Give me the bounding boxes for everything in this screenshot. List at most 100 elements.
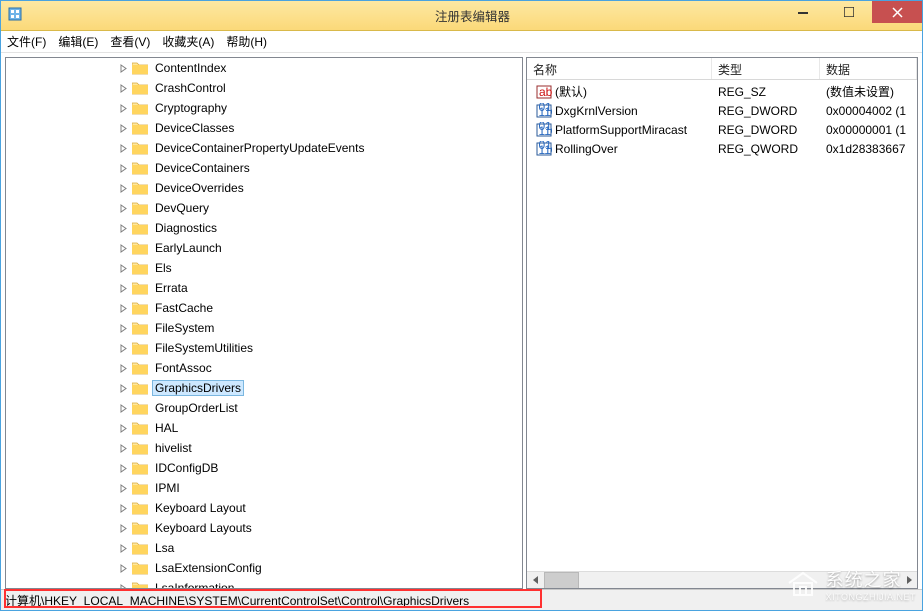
tree-expander-icon[interactable]: [118, 62, 130, 74]
tree-item[interactable]: IPMI: [6, 478, 522, 498]
tree-item[interactable]: FileSystem: [6, 318, 522, 338]
tree-item[interactable]: Cryptography: [6, 98, 522, 118]
tree-item[interactable]: FileSystemUtilities: [6, 338, 522, 358]
tree-item[interactable]: Els: [6, 258, 522, 278]
tree-expander-icon[interactable]: [118, 402, 130, 414]
tree-expander-icon[interactable]: [118, 342, 130, 354]
tree-item-label: DeviceContainerPropertyUpdateEvents: [152, 140, 367, 156]
tree-item[interactable]: FastCache: [6, 298, 522, 318]
tree-item-label: EarlyLaunch: [152, 240, 225, 256]
tree-item[interactable]: EarlyLaunch: [6, 238, 522, 258]
window-controls: [780, 1, 922, 23]
menu-help[interactable]: 帮助(H): [226, 33, 267, 50]
registry-editor-window: 注册表编辑器 文件(F) 编辑(E) 查看(V) 收藏夹(A) 帮助(H) Co…: [0, 0, 923, 611]
tree-item[interactable]: ContentIndex: [6, 58, 522, 78]
value-type: REG_DWORD: [712, 123, 820, 137]
value-type: REG_SZ: [712, 85, 820, 99]
svg-text:110: 110: [539, 143, 553, 157]
tree-item-label: GraphicsDrivers: [152, 380, 244, 396]
tree-expander-icon[interactable]: [118, 282, 130, 294]
tree-expander-icon[interactable]: [118, 382, 130, 394]
column-type[interactable]: 类型: [712, 58, 820, 79]
list-row[interactable]: 011110PlatformSupportMiracastREG_DWORD0x…: [527, 120, 917, 139]
list-body[interactable]: ab(默认)REG_SZ(数值未设置)011110DxgKrnlVersionR…: [527, 80, 917, 158]
tree-expander-icon[interactable]: [118, 422, 130, 434]
tree-item-label: FastCache: [152, 300, 216, 316]
minimize-button[interactable]: [780, 1, 826, 23]
tree-item-label: DeviceClasses: [152, 120, 237, 136]
tree-item-label: DeviceOverrides: [152, 180, 247, 196]
tree-expander-icon[interactable]: [118, 102, 130, 114]
tree-item[interactable]: DeviceContainers: [6, 158, 522, 178]
tree-expander-icon[interactable]: [118, 582, 130, 588]
tree-expander-icon[interactable]: [118, 182, 130, 194]
list-pane[interactable]: 名称 类型 数据 ab(默认)REG_SZ(数值未设置)011110DxgKrn…: [526, 57, 918, 589]
tree-pane[interactable]: ContentIndexCrashControl Cryptography Devi…: [5, 57, 523, 589]
tree-expander-icon[interactable]: [118, 542, 130, 554]
tree-item[interactable]: FontAssoc: [6, 358, 522, 378]
tree-item-label: FileSystemUtilities: [152, 340, 256, 356]
tree-view[interactable]: ContentIndexCrashControl Cryptography Devi…: [6, 58, 522, 588]
tree-item[interactable]: GroupOrderList: [6, 398, 522, 418]
tree-item[interactable]: GraphicsDrivers: [6, 378, 522, 398]
tree-expander-icon[interactable]: [118, 142, 130, 154]
value-data: 0x00004002 (1: [820, 104, 917, 118]
tree-expander-icon[interactable]: [118, 162, 130, 174]
tree-expander-icon[interactable]: [118, 522, 130, 534]
tree-expander-icon[interactable]: [118, 222, 130, 234]
list-row[interactable]: 011110DxgKrnlVersionREG_DWORD0x00004002 …: [527, 101, 917, 120]
tree-expander-icon[interactable]: [118, 442, 130, 454]
menu-favorites[interactable]: 收藏夹(A): [162, 33, 214, 50]
close-button[interactable]: [872, 1, 922, 23]
list-row[interactable]: ab(默认)REG_SZ(数值未设置): [527, 82, 917, 101]
tree-item[interactable]: DeviceContainerPropertyUpdateEvents: [6, 138, 522, 158]
tree-item[interactable]: hivelist: [6, 438, 522, 458]
tree-expander-icon[interactable]: [118, 82, 130, 94]
tree-item-label: GroupOrderList: [152, 400, 241, 416]
menu-file[interactable]: 文件(F): [7, 33, 46, 50]
tree-item[interactable]: Errata: [6, 278, 522, 298]
tree-item[interactable]: DeviceOverrides: [6, 178, 522, 198]
tree-expander-icon[interactable]: [118, 482, 130, 494]
menu-view[interactable]: 查看(V): [110, 33, 150, 50]
app-icon: [7, 6, 23, 25]
tree-expander-icon[interactable]: [118, 202, 130, 214]
scroll-thumb[interactable]: [544, 572, 579, 589]
horizontal-scrollbar[interactable]: [527, 571, 917, 588]
tree-expander-icon[interactable]: [118, 562, 130, 574]
tree-expander-icon[interactable]: [118, 502, 130, 514]
scroll-right-arrow[interactable]: [900, 572, 917, 589]
tree-item[interactable]: CrashControl: [6, 78, 522, 98]
titlebar[interactable]: 注册表编辑器: [1, 1, 922, 31]
scroll-track[interactable]: [544, 572, 900, 589]
list-row[interactable]: 011110RollingOverREG_QWORD0x1d28383667: [527, 139, 917, 158]
tree-expander-icon[interactable]: [118, 322, 130, 334]
tree-item[interactable]: Diagnostics: [6, 218, 522, 238]
tree-item[interactable]: LsaInformation: [6, 578, 522, 588]
value-type: REG_DWORD: [712, 104, 820, 118]
tree-expander-icon[interactable]: [118, 362, 130, 374]
tree-item[interactable]: HAL: [6, 418, 522, 438]
tree-item[interactable]: DevQuery: [6, 198, 522, 218]
tree-item-label: LsaExtensionConfig: [152, 560, 265, 576]
column-data[interactable]: 数据: [820, 58, 917, 79]
tree-item[interactable]: DeviceClasses: [6, 118, 522, 138]
tree-item[interactable]: Keyboard Layouts: [6, 518, 522, 538]
tree-item[interactable]: LsaExtensionConfig: [6, 558, 522, 578]
tree-item[interactable]: Keyboard Layout: [6, 498, 522, 518]
statusbar: 计算机\HKEY_LOCAL_MACHINE\SYSTEM\CurrentCon…: [1, 589, 922, 610]
tree-item-label: Cryptography: [152, 100, 230, 116]
tree-expander-icon[interactable]: [118, 302, 130, 314]
tree-item-label: Diagnostics: [152, 220, 220, 236]
tree-item[interactable]: IDConfigDB: [6, 458, 522, 478]
tree-item-label: IDConfigDB: [152, 460, 221, 476]
tree-item[interactable]: Lsa: [6, 538, 522, 558]
tree-expander-icon[interactable]: [118, 122, 130, 134]
column-name[interactable]: 名称: [527, 58, 712, 79]
scroll-left-arrow[interactable]: [527, 572, 544, 589]
menu-edit[interactable]: 编辑(E): [58, 33, 98, 50]
maximize-button[interactable]: [826, 1, 872, 23]
tree-expander-icon[interactable]: [118, 462, 130, 474]
tree-expander-icon[interactable]: [118, 262, 130, 274]
tree-expander-icon[interactable]: [118, 242, 130, 254]
